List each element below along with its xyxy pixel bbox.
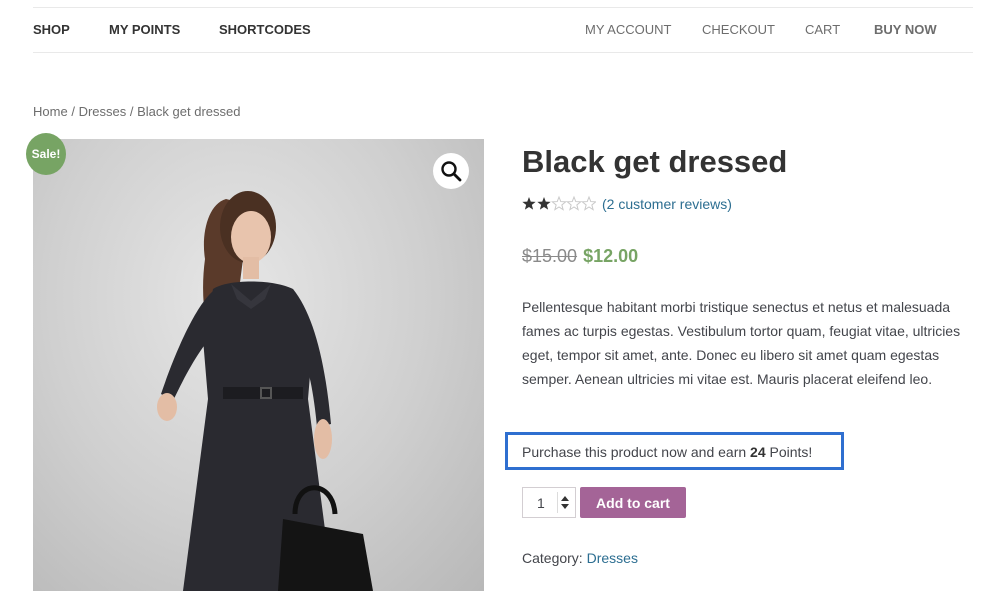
- sale-badge: Sale!: [26, 133, 66, 175]
- points-message-box: Purchase this product now and earn 24 Po…: [505, 432, 844, 470]
- nav-shop[interactable]: SHOP: [33, 22, 70, 37]
- category-link[interactable]: Dresses: [587, 550, 638, 566]
- star-icon: [551, 195, 567, 211]
- primary-navigation: SHOP MY POINTS SHORTCODES MY ACCOUNT CHE…: [33, 7, 973, 53]
- breadcrumb-home[interactable]: Home: [33, 104, 68, 119]
- star-icon: [522, 197, 536, 210]
- quantity-value[interactable]: 1: [537, 495, 545, 511]
- original-price: $15.00: [522, 246, 578, 266]
- star-icon: [566, 195, 582, 211]
- breadcrumb: Home / Dresses / Black get dressed: [33, 104, 240, 119]
- category-label: Category:: [522, 550, 583, 566]
- breadcrumb-separator: /: [71, 104, 75, 119]
- zoom-button[interactable]: [433, 153, 469, 189]
- breadcrumb-dresses[interactable]: Dresses: [79, 104, 127, 119]
- nav-buy-now[interactable]: BUY NOW: [874, 22, 937, 37]
- product-title: Black get dressed: [522, 144, 788, 179]
- product-price: $15.00 $12.00: [522, 246, 638, 267]
- dress-model-illustration: [157, 191, 373, 591]
- product-image[interactable]: [33, 139, 484, 591]
- points-prefix: Purchase this product now and earn: [522, 444, 747, 460]
- breadcrumb-separator: /: [129, 104, 134, 119]
- product-short-description: Pellentesque habitant morbi tristique se…: [522, 299, 961, 387]
- nav-checkout[interactable]: CHECKOUT: [702, 22, 775, 37]
- nav-my-account[interactable]: MY ACCOUNT: [585, 22, 671, 37]
- quantity-spinner[interactable]: [557, 492, 570, 513]
- star-icon: [581, 195, 596, 211]
- points-amount: 24: [750, 444, 766, 460]
- nav-my-points[interactable]: MY POINTS: [109, 22, 180, 37]
- points-suffix: Points!: [769, 444, 813, 460]
- increment-arrow-icon[interactable]: [561, 496, 569, 501]
- product-category: Category: Dresses: [522, 550, 638, 566]
- quantity-stepper[interactable]: 1: [522, 487, 576, 518]
- magnifier-icon: [441, 161, 462, 182]
- add-to-cart-button[interactable]: Add to cart: [580, 487, 686, 518]
- star-icon: [537, 197, 551, 210]
- nav-shortcodes[interactable]: SHORTCODES: [219, 22, 311, 37]
- breadcrumb-current: Black get dressed: [137, 104, 241, 119]
- star-rating-icon: [522, 195, 596, 211]
- nav-cart[interactable]: CART: [805, 22, 840, 37]
- points-message: Purchase this product now and earn 24 Po…: [522, 444, 812, 460]
- decrement-arrow-icon[interactable]: [561, 504, 569, 509]
- sale-price: $12.00: [583, 246, 639, 266]
- customer-reviews-link[interactable]: (2 customer reviews): [602, 196, 732, 212]
